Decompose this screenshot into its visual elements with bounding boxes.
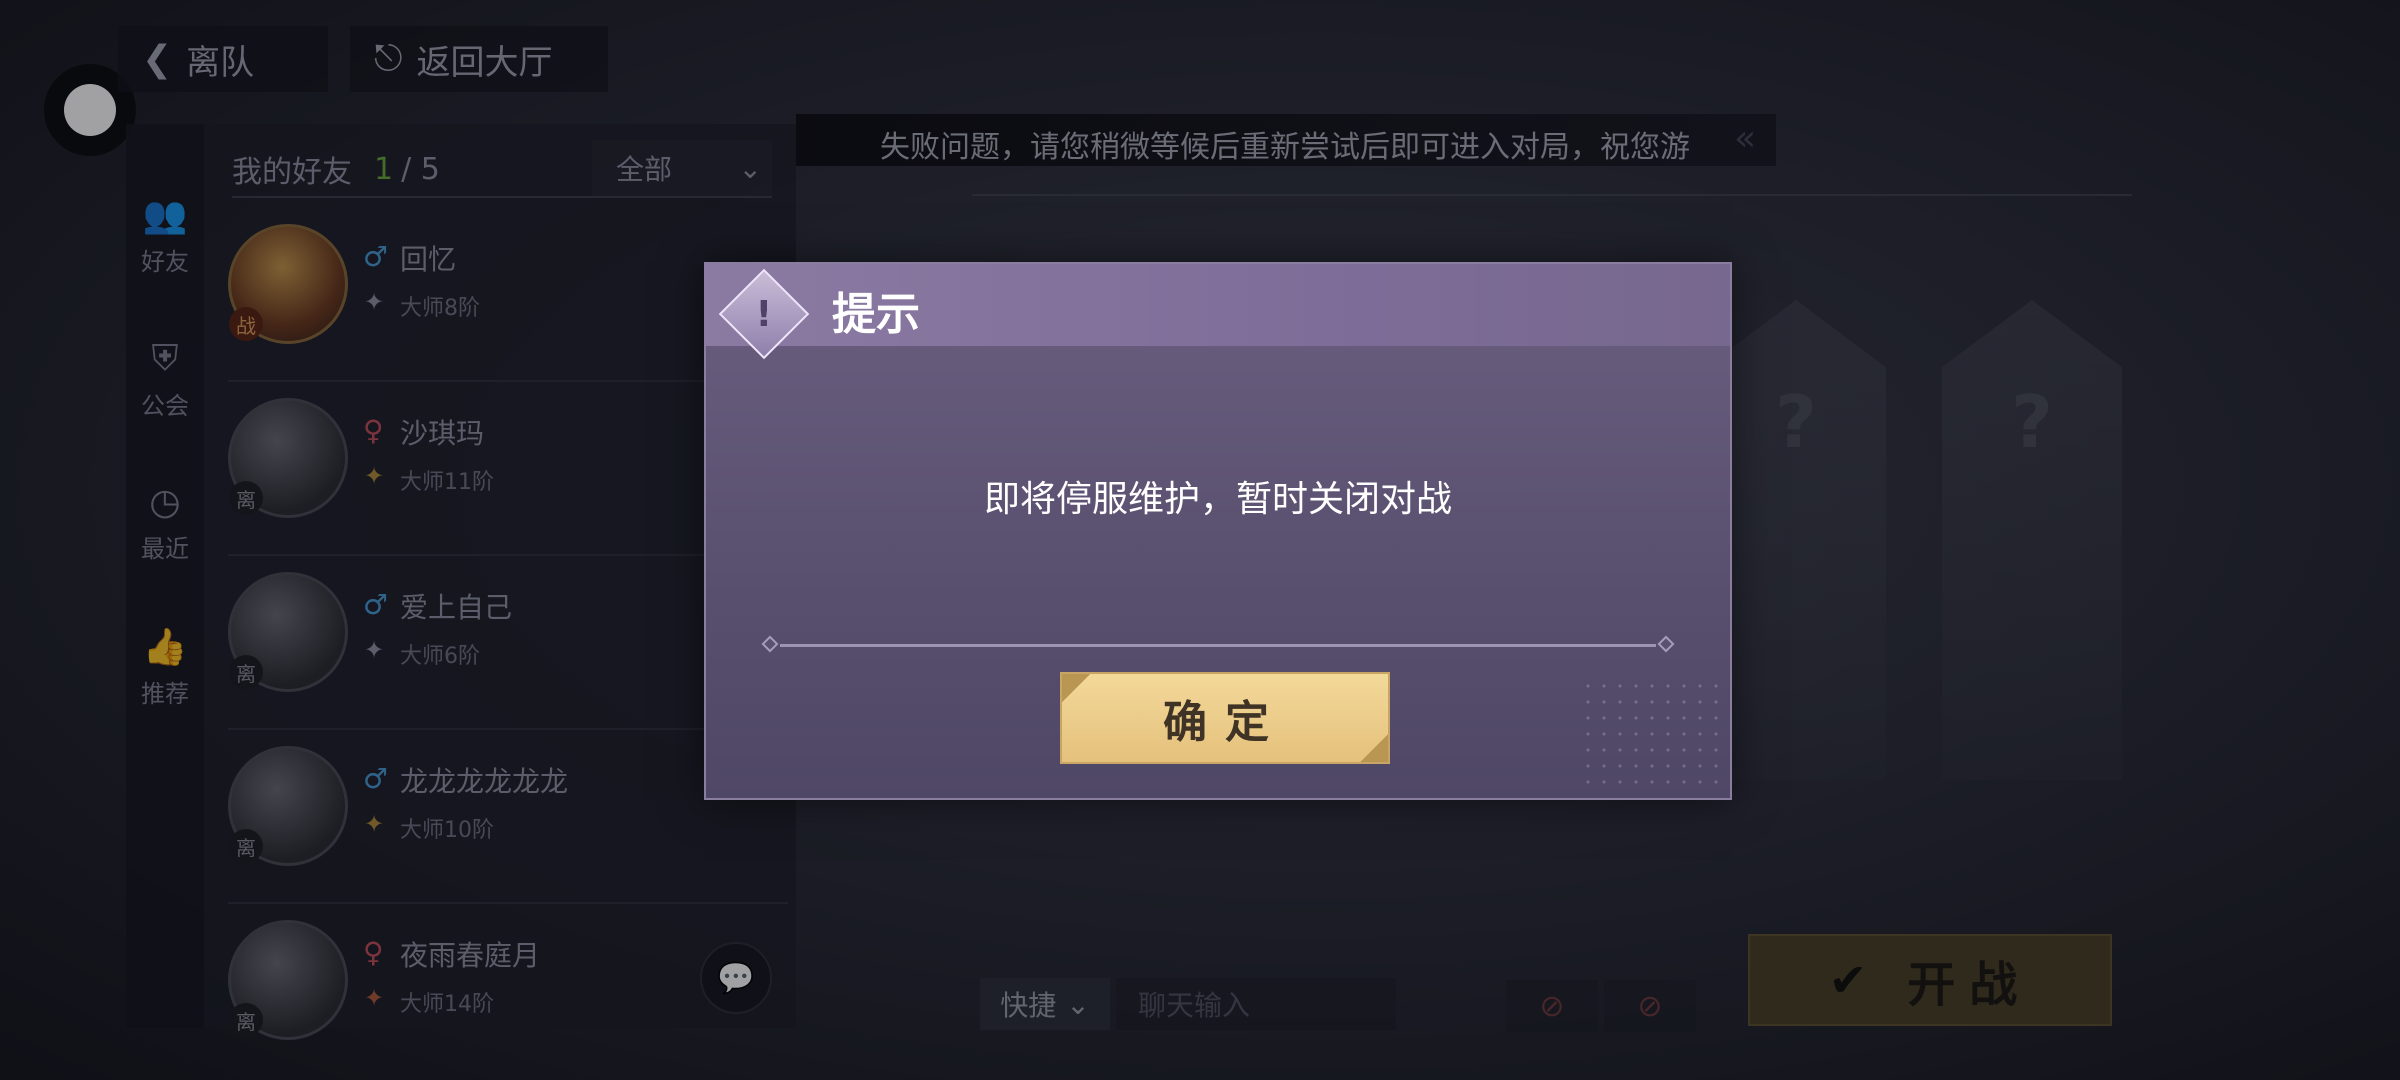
decorative-dots <box>1580 678 1720 788</box>
confirm-label: 确定 <box>1163 697 1287 748</box>
dialog-message: 即将停服维护，暂时关闭对战 <box>983 479 1452 520</box>
dialog-title: 提示 <box>832 289 920 340</box>
confirm-button[interactable]: 确定 <box>1060 672 1390 764</box>
dialog-divider <box>758 635 1678 653</box>
notice-dialog: ! 提示 即将停服维护，暂时关闭对战 确定 <box>704 262 1732 800</box>
